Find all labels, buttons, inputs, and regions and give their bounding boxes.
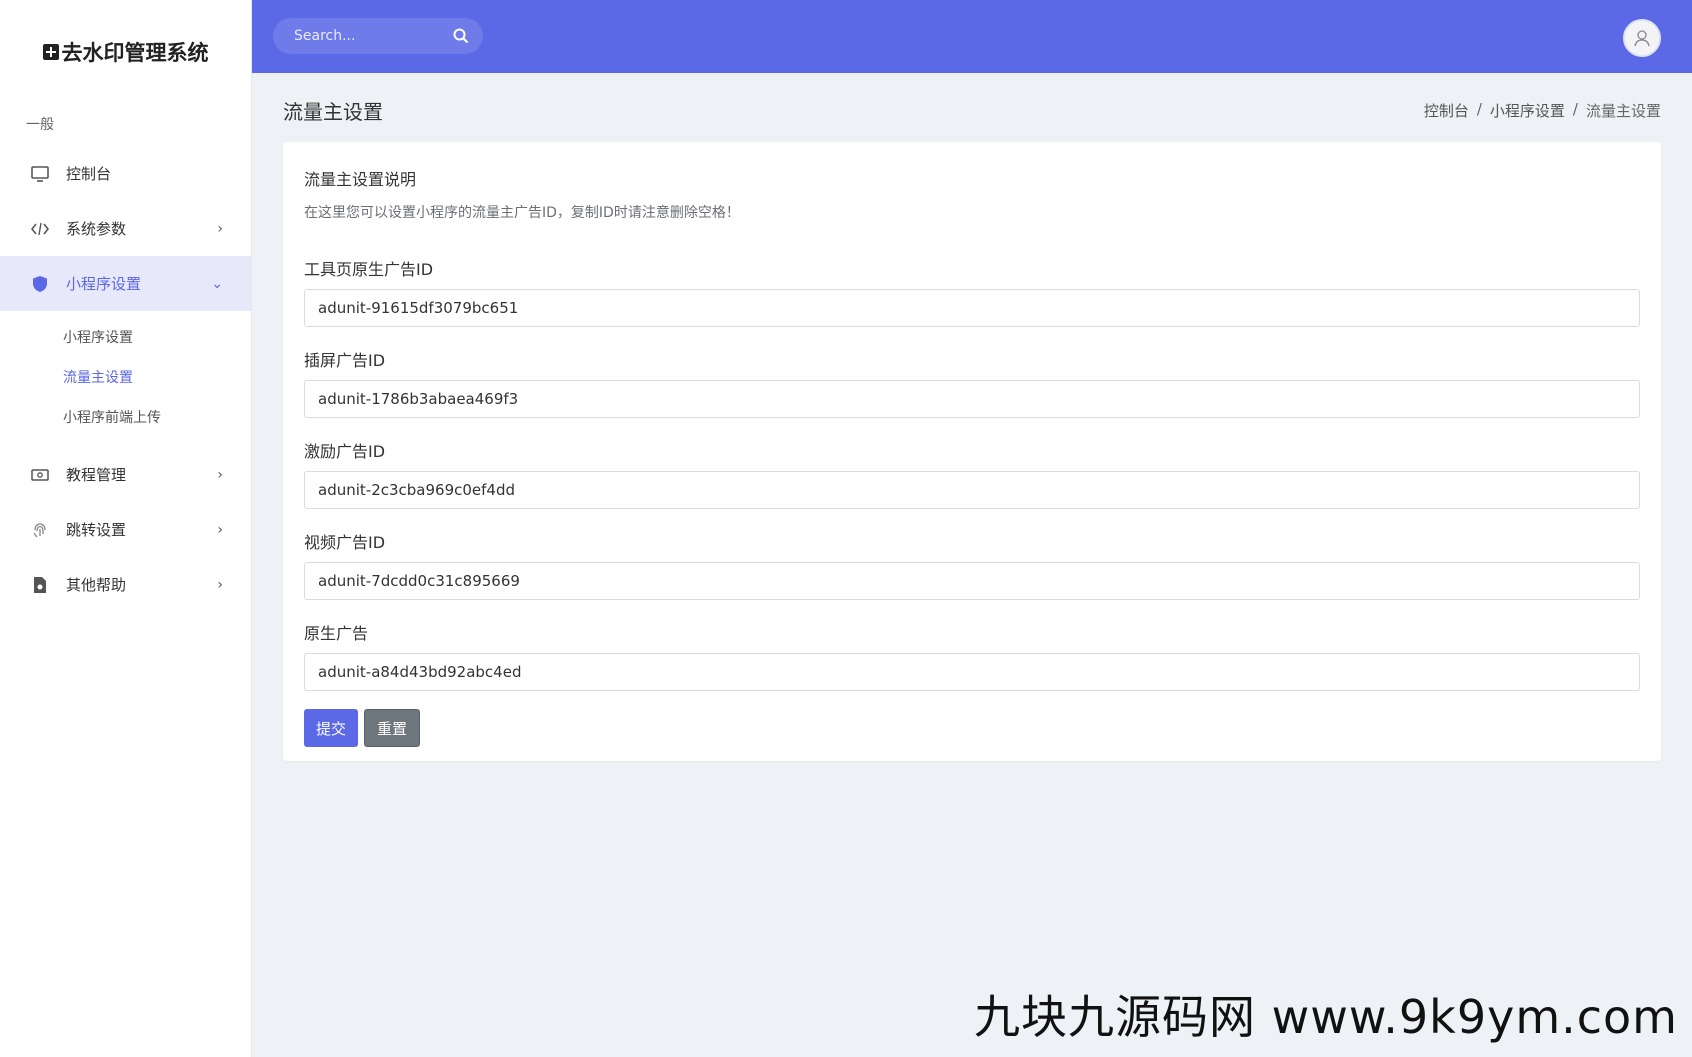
- search-box: [273, 18, 483, 54]
- sidebar-section-label: 一般: [26, 117, 54, 133]
- sidebar-item-system-params[interactable]: 系统参数 ›: [0, 201, 251, 256]
- submenu-item-traffic-settings[interactable]: 流量主设置: [0, 357, 251, 397]
- money-icon: [30, 465, 50, 485]
- sidebar-item-label: 小程序设置: [66, 275, 142, 293]
- sidebar-item-miniprogram[interactable]: 小程序设置 ⌄: [0, 256, 251, 311]
- brand-title: 去水印管理系统: [61, 41, 209, 65]
- form-field: 激励广告ID: [304, 438, 1640, 509]
- chevron-right-icon: ›: [217, 466, 223, 483]
- form-actions: 提交 重置: [304, 709, 1640, 747]
- form-field: 视频广告ID: [304, 529, 1640, 600]
- code-icon: [30, 219, 50, 239]
- plus-square-icon: [42, 44, 59, 60]
- video-ad-id-input[interactable]: [304, 562, 1640, 600]
- monitor-icon: [30, 164, 50, 184]
- avatar-icon: [1634, 30, 1650, 47]
- sidebar-item-label: 控制台: [66, 165, 112, 183]
- field-label: 激励广告ID: [304, 442, 386, 461]
- breadcrumb-item-current: 流量主设置: [1585, 101, 1661, 120]
- chevron-down-icon: ⌄: [211, 275, 223, 292]
- sidebar-item-label: 教程管理: [66, 466, 127, 484]
- sidebar-item-tutorials[interactable]: 教程管理 ›: [0, 447, 251, 502]
- form-field: 原生广告: [304, 620, 1640, 691]
- breadcrumb-separator: /: [1476, 99, 1482, 118]
- user-avatar[interactable]: [1623, 19, 1661, 57]
- breadcrumb-separator: /: [1572, 99, 1578, 118]
- shield-icon: [30, 274, 50, 294]
- reset-button[interactable]: 重置: [364, 709, 421, 747]
- field-label: 插屏广告ID: [304, 351, 386, 370]
- settings-card: 流量主设置说明 在这里您可以设置小程序的流量主广告ID，复制ID时请注意删除空格…: [283, 142, 1661, 761]
- page-title: 流量主设置: [283, 99, 383, 124]
- sidebar-item-label: 跳转设置: [66, 521, 127, 539]
- field-label: 原生广告: [304, 624, 369, 643]
- field-label: 视频广告ID: [304, 533, 386, 552]
- brand[interactable]: 去水印管理系统: [0, 0, 251, 104]
- submit-button[interactable]: 提交: [304, 709, 359, 747]
- rewarded-ad-id-input[interactable]: [304, 471, 1640, 509]
- chevron-right-icon: ›: [217, 576, 223, 593]
- chevron-right-icon: ›: [217, 220, 223, 237]
- search-input[interactable]: [273, 28, 443, 44]
- topbar: [252, 0, 1692, 73]
- card-title: 流量主设置说明: [304, 170, 417, 189]
- form-field: 工具页原生广告ID: [304, 256, 1640, 327]
- page-header: 流量主设置 控制台 / 小程序设置 / 流量主设置: [283, 90, 1661, 130]
- breadcrumb: 控制台 / 小程序设置 / 流量主设置: [1424, 100, 1661, 121]
- search-icon[interactable]: [453, 28, 469, 44]
- card-description: 在这里您可以设置小程序的流量主广告ID，复制ID时请注意删除空格！: [304, 205, 740, 221]
- sidebar-item-redirect[interactable]: 跳转设置 ›: [0, 502, 251, 557]
- sidebar: 去水印管理系统 一般 控制台 系统参数 › 小程序设置 ⌄ 小程序设置 流量主设…: [0, 0, 252, 1057]
- file-icon: [30, 575, 50, 595]
- breadcrumb-item-miniprogram[interactable]: 小程序设置: [1490, 100, 1565, 121]
- breadcrumb-item-dashboard[interactable]: 控制台: [1424, 100, 1469, 121]
- sidebar-item-dashboard[interactable]: 控制台: [0, 146, 251, 201]
- fingerprint-icon: [30, 520, 50, 540]
- chevron-right-icon: ›: [217, 521, 223, 538]
- sidebar-item-help[interactable]: 其他帮助 ›: [0, 557, 251, 612]
- native-ad-input[interactable]: [304, 653, 1640, 691]
- sidebar-item-label: 系统参数: [66, 220, 127, 238]
- sidebar-item-label: 其他帮助: [66, 576, 127, 594]
- interstitial-ad-id-input[interactable]: [304, 380, 1640, 418]
- field-label: 工具页原生广告ID: [304, 260, 434, 279]
- submenu-item-frontend-upload[interactable]: 小程序前端上传: [0, 397, 251, 437]
- watermark-text: 九块九源码网 www.9k9ym.com: [974, 990, 1678, 1044]
- tool-native-ad-id-input[interactable]: [304, 289, 1640, 327]
- miniprogram-submenu: 小程序设置 流量主设置 小程序前端上传: [0, 311, 251, 447]
- submenu-item-miniprogram-settings[interactable]: 小程序设置: [0, 317, 251, 357]
- form-field: 插屏广告ID: [304, 347, 1640, 418]
